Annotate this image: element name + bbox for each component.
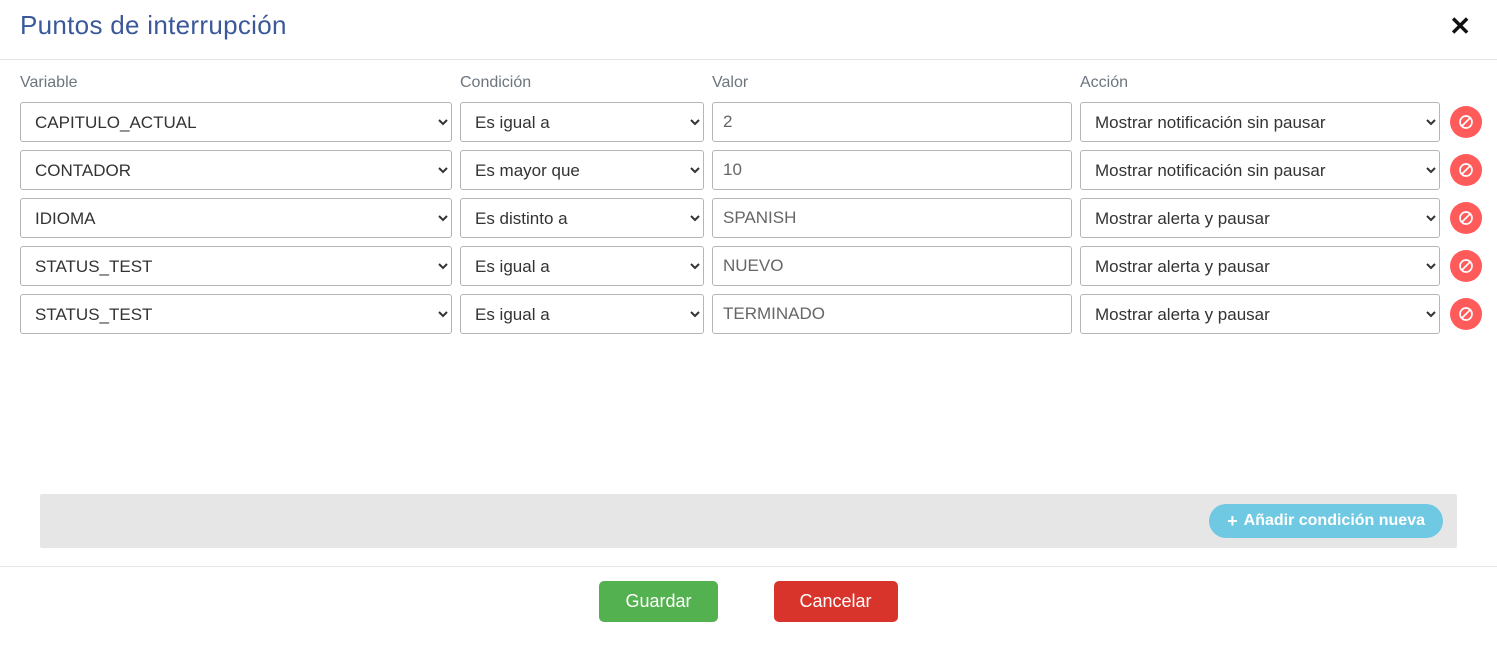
forbidden-icon xyxy=(1458,306,1474,322)
variable-select[interactable]: CAPITULO_ACTUAL xyxy=(20,102,452,142)
breakpoint-row: STATUS_TESTEs igual a Mostrar alerta y pa… xyxy=(20,246,1477,286)
condition-select[interactable]: Es mayor que xyxy=(460,150,704,190)
header-variable: Variable xyxy=(20,74,452,92)
delete-row-button[interactable] xyxy=(1450,106,1482,138)
action-select[interactable]: Mostrar notificación sin pausar xyxy=(1080,102,1440,142)
rows-container: CAPITULO_ACTUALEs igual aMostrar notific… xyxy=(20,102,1477,334)
action-select[interactable]: Mostrar alerta y pausar xyxy=(1080,246,1440,286)
variable-select[interactable]: STATUS_TEST xyxy=(20,294,452,334)
value-input[interactable] xyxy=(712,246,1072,286)
add-condition-bar: + Añadir condición nueva xyxy=(40,494,1457,548)
variable-select[interactable]: IDIOMA xyxy=(20,198,452,238)
delete-row-button[interactable] xyxy=(1450,154,1482,186)
forbidden-icon xyxy=(1458,258,1474,274)
action-select[interactable]: Mostrar alerta y pausar xyxy=(1080,198,1440,238)
add-condition-label: Añadir condición nueva xyxy=(1244,512,1425,530)
forbidden-icon xyxy=(1458,210,1474,226)
condition-select[interactable]: Es igual a xyxy=(460,246,704,286)
header-condition: Condición xyxy=(460,74,704,92)
breakpoint-row: IDIOMAEs distinto a Mostrar alerta y paus… xyxy=(20,198,1477,238)
condition-select[interactable]: Es igual a xyxy=(460,294,704,334)
close-button[interactable]: ✕ xyxy=(1443,13,1477,39)
header-value: Valor xyxy=(712,74,1072,92)
delete-row-button[interactable] xyxy=(1450,298,1482,330)
add-condition-button[interactable]: + Añadir condición nueva xyxy=(1209,504,1443,538)
value-input[interactable] xyxy=(712,102,1072,142)
forbidden-icon xyxy=(1458,162,1474,178)
condition-select[interactable]: Es distinto a xyxy=(460,198,704,238)
breakpoint-row: CONTADOREs mayor que Mostrar notificación… xyxy=(20,150,1477,190)
dialog-footer: Guardar Cancelar xyxy=(0,566,1497,638)
delete-row-button[interactable] xyxy=(1450,202,1482,234)
condition-select[interactable]: Es igual a xyxy=(460,102,704,142)
cancel-button[interactable]: Cancelar xyxy=(774,581,898,622)
header-action: Acción xyxy=(1080,74,1440,92)
action-select[interactable]: Mostrar notificación sin pausar xyxy=(1080,150,1440,190)
dialog-title: Puntos de interrupción xyxy=(20,10,287,41)
dialog-header: Puntos de interrupción ✕ xyxy=(0,0,1497,60)
plus-icon: + xyxy=(1227,512,1238,530)
delete-row-button[interactable] xyxy=(1450,250,1482,282)
value-input[interactable] xyxy=(712,198,1072,238)
dialog-body: Variable Condición Valor Acción CAPITULO… xyxy=(0,60,1497,548)
variable-select[interactable]: CONTADOR xyxy=(20,150,452,190)
value-input[interactable] xyxy=(712,294,1072,334)
value-input[interactable] xyxy=(712,150,1072,190)
breakpoint-row: CAPITULO_ACTUALEs igual a Mostrar notific… xyxy=(20,102,1477,142)
save-button[interactable]: Guardar xyxy=(599,581,717,622)
action-select[interactable]: Mostrar alerta y pausar xyxy=(1080,294,1440,334)
column-headers: Variable Condición Valor Acción xyxy=(20,74,1477,92)
forbidden-icon xyxy=(1458,114,1474,130)
close-icon: ✕ xyxy=(1449,11,1471,41)
breakpoint-row: STATUS_TESTEs igual a Mostrar alerta y pa… xyxy=(20,294,1477,334)
variable-select[interactable]: STATUS_TEST xyxy=(20,246,452,286)
